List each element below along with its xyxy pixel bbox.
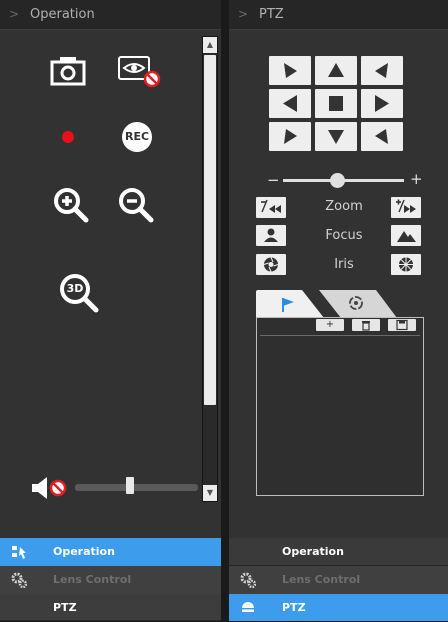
iris-open-button[interactable] — [391, 254, 421, 275]
pan-down-right-button[interactable] — [361, 122, 403, 151]
chevron-right-icon: > — [9, 7, 20, 21]
gears-icon — [240, 572, 256, 588]
nav-ptz[interactable]: PTZ — [0, 594, 221, 621]
camera-icon[interactable] — [50, 56, 86, 86]
zoom-plus-button[interactable] — [391, 197, 421, 218]
save-icon — [396, 319, 408, 331]
stop-button[interactable] — [315, 89, 357, 118]
zoom-minus-button[interactable] — [256, 197, 286, 218]
ptz-header-title: PTZ — [259, 7, 284, 22]
zoom-minus-icon — [261, 199, 281, 213]
gears-icon — [11, 572, 27, 588]
volume-slider-track[interactable] — [75, 484, 198, 491]
mountain-icon — [397, 231, 416, 242]
scroll-down-icon[interactable]: ▼ — [203, 485, 217, 501]
operation-header-title: Operation — [30, 7, 95, 22]
pan-left-button[interactable] — [269, 89, 311, 118]
tilt-up-button[interactable] — [315, 56, 357, 85]
dome-camera-icon — [242, 602, 254, 612]
person-icon — [264, 228, 278, 242]
iris-close-icon — [263, 257, 279, 272]
chevron-right-icon: > — [238, 7, 249, 21]
nav-operation-label: Operation — [282, 545, 344, 558]
focus-far-button[interactable] — [391, 225, 421, 246]
mute-speaker-icon[interactable] — [31, 476, 67, 500]
preset-list[interactable] — [256, 317, 424, 496]
operation-header[interactable]: > Operation — [0, 0, 221, 30]
volume-slider-thumb[interactable] — [126, 477, 135, 494]
arrow-left-icon — [283, 95, 297, 112]
arrow-right-icon — [375, 95, 389, 112]
arrow-up-left-icon — [284, 63, 297, 78]
tab-cruise[interactable] — [319, 290, 399, 318]
nav-lens-control[interactable]: Lens Control — [0, 566, 221, 594]
nav-lens-control[interactable]: Lens Control — [229, 566, 448, 594]
pan-right-button[interactable] — [361, 89, 403, 118]
ptz-header[interactable]: > PTZ — [229, 0, 448, 30]
rec-button[interactable]: REC — [122, 122, 152, 152]
pan-up-left-button[interactable] — [269, 56, 311, 85]
nav-operation[interactable]: Operation — [229, 538, 448, 566]
arrow-down-right-icon — [375, 129, 388, 144]
trash-icon — [362, 321, 370, 331]
nav-ptz[interactable]: PTZ — [229, 594, 448, 621]
arrow-down-left-icon — [284, 129, 297, 144]
arrow-up-icon — [328, 63, 344, 77]
zoom-3d-label: 3D — [66, 282, 84, 295]
arrow-down-icon — [328, 130, 344, 144]
iris-label: Iris — [334, 257, 354, 272]
scrollbar-thumb[interactable] — [204, 55, 216, 405]
tab-preset[interactable] — [256, 290, 326, 318]
nav-lens-control-label: Lens Control — [53, 573, 132, 586]
record-dot-icon[interactable] — [61, 130, 75, 144]
ptz-panel: > PTZ − + Zoom Focus Iris + Operation Le… — [229, 0, 448, 621]
nav-ptz-label: PTZ — [282, 601, 306, 614]
vertical-scrollbar[interactable]: ▲ ▼ — [202, 36, 218, 502]
operation-icon — [12, 546, 26, 559]
scroll-up-icon[interactable]: ▲ — [203, 37, 217, 53]
eye-blocked-icon[interactable] — [118, 56, 162, 88]
iris-close-button[interactable] — [256, 254, 286, 275]
save-preset-button[interactable] — [388, 319, 416, 331]
delete-preset-button[interactable] — [352, 319, 380, 331]
arrow-up-right-icon — [375, 63, 388, 78]
list-divider — [260, 335, 420, 336]
pan-down-left-button[interactable] — [269, 122, 311, 151]
zoom-in-icon[interactable] — [52, 186, 90, 224]
direction-pad — [269, 56, 403, 151]
nav-ptz-label: PTZ — [53, 601, 77, 614]
operation-panel: > Operation REC 3D ▲ ▼ Operation Lens Co… — [0, 0, 221, 621]
add-preset-button[interactable]: + — [316, 319, 344, 331]
nav-operation[interactable]: Operation — [0, 538, 221, 566]
zoom-out-icon[interactable] — [117, 186, 155, 224]
nav-operation-label: Operation — [53, 545, 115, 558]
zoom-label: Zoom — [325, 199, 363, 214]
zoom-plus-icon — [396, 199, 416, 213]
tilt-down-button[interactable] — [315, 122, 357, 151]
focus-near-button[interactable] — [256, 225, 286, 246]
pan-up-right-button[interactable] — [361, 56, 403, 85]
stop-square-icon — [329, 96, 343, 111]
focus-label: Focus — [325, 228, 363, 243]
iris-open-icon — [399, 257, 413, 272]
speed-max-label: + — [410, 170, 423, 188]
nav-lens-control-label: Lens Control — [282, 573, 361, 586]
speed-min-label: − — [267, 171, 280, 189]
speed-slider-thumb[interactable] — [329, 173, 345, 188]
